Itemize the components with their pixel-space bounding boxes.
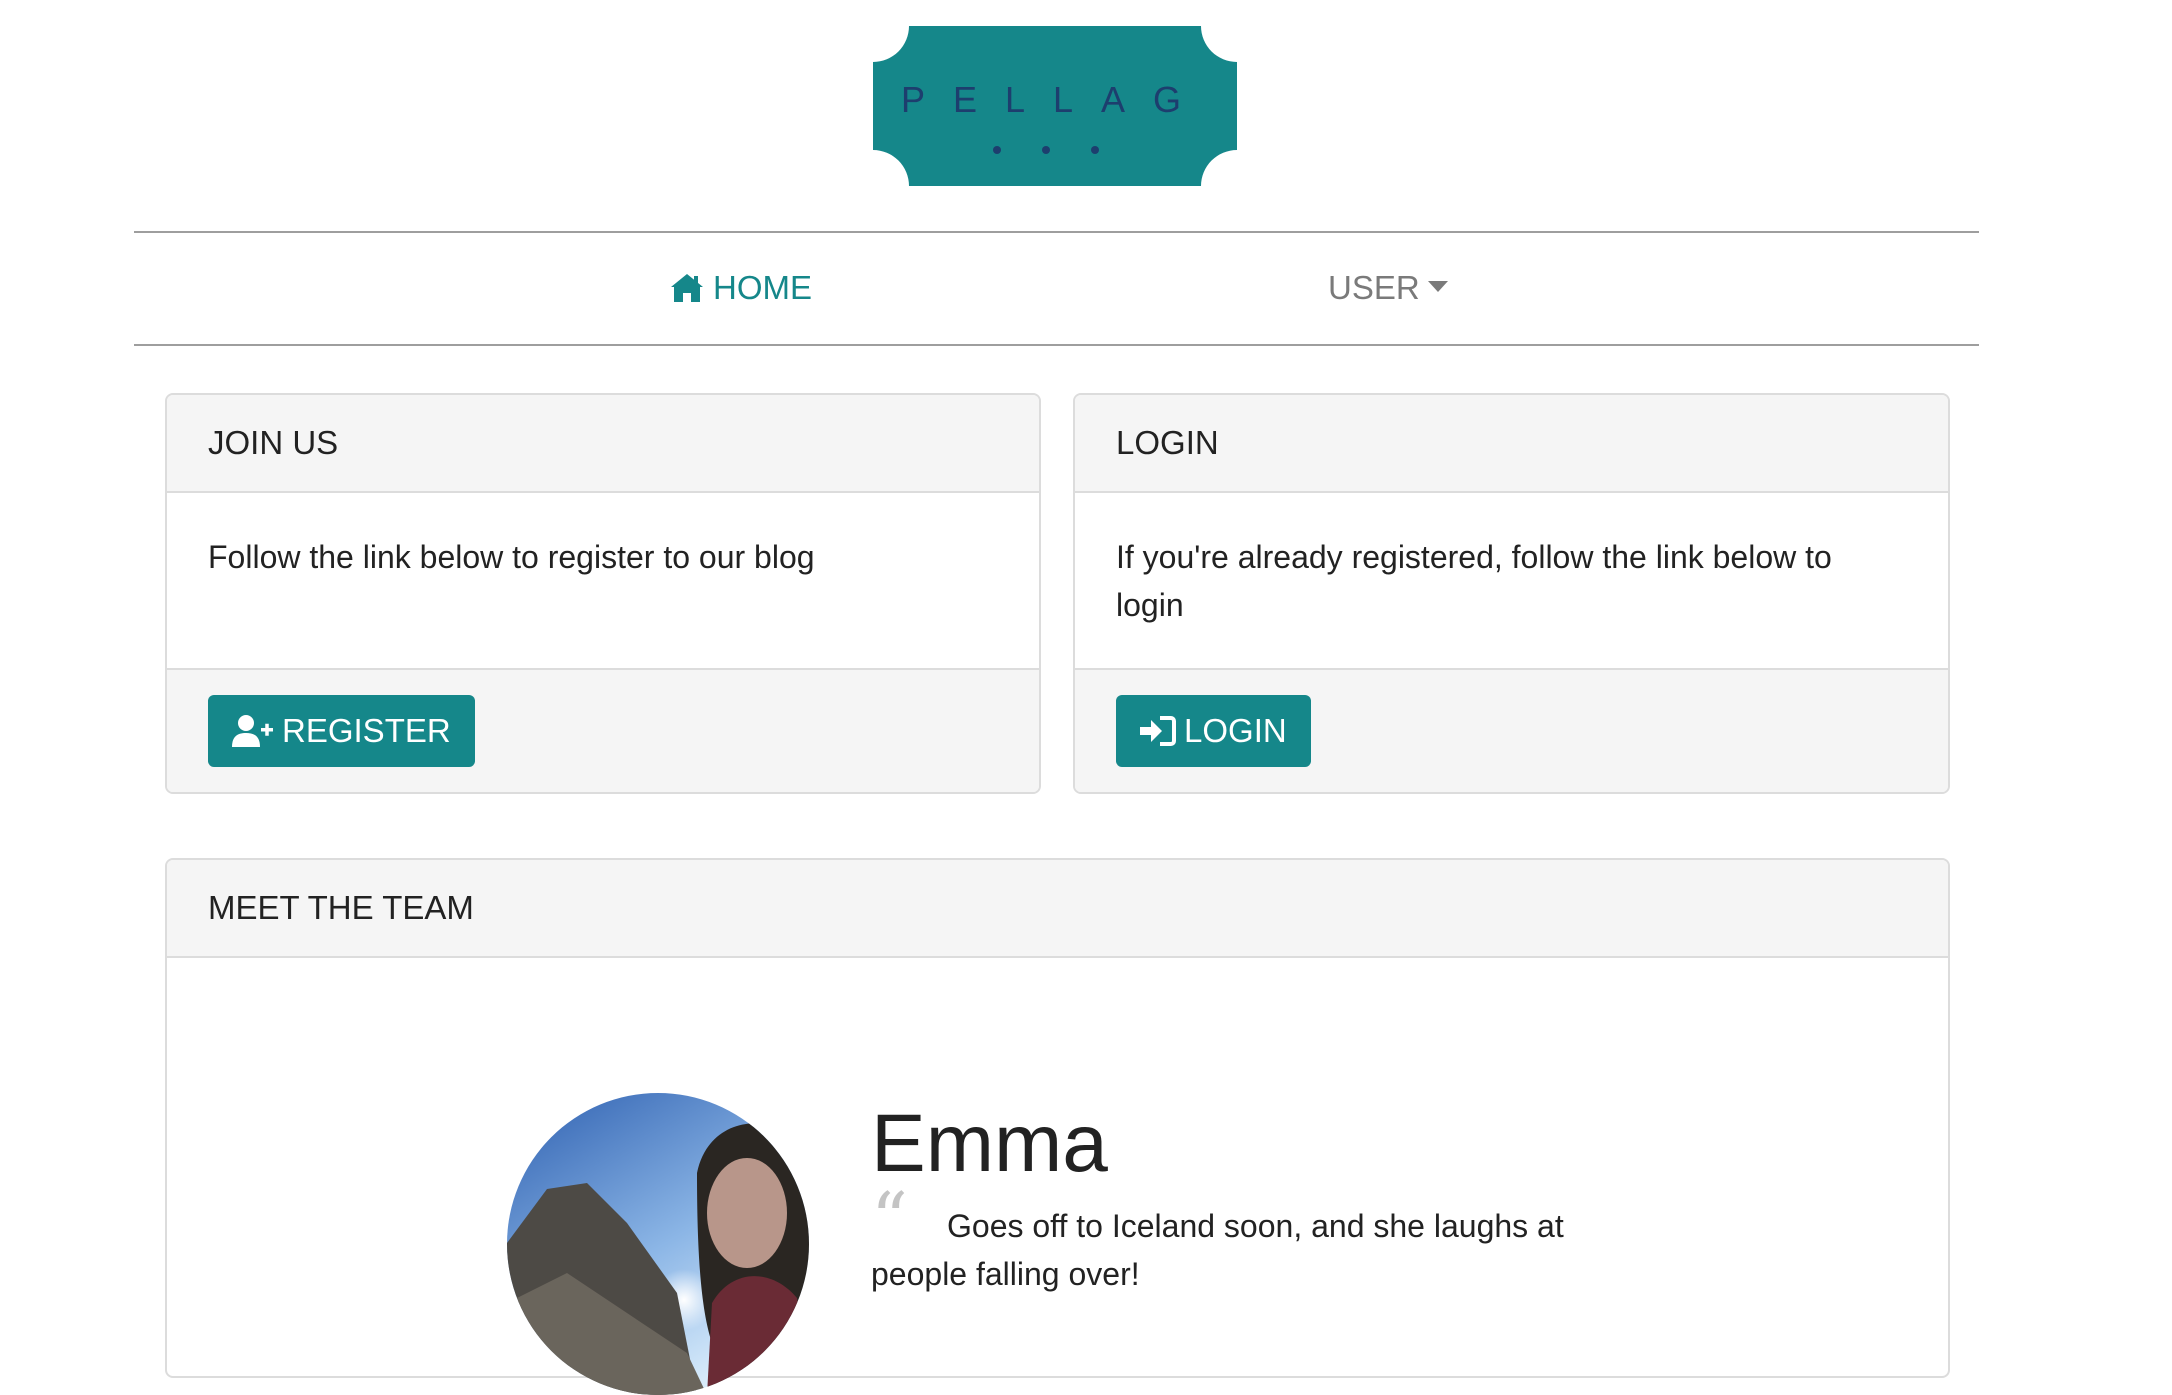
join-us-footer: REGISTER (167, 668, 1039, 792)
register-button-label: REGISTER (282, 712, 451, 749)
main-nav: HOME USER (134, 232, 1979, 344)
sign-in-icon (1140, 716, 1176, 746)
join-us-card: JOIN US Follow the link below to registe… (165, 393, 1041, 794)
nav-home-label: HOME (713, 269, 812, 306)
team-member-avatar (507, 1093, 809, 1395)
login-button[interactable]: LOGIN (1116, 695, 1311, 767)
nav-bottom-divider (134, 344, 1979, 346)
header: PELLAG (0, 0, 2172, 230)
home-icon (671, 274, 703, 302)
login-text: If you're already registered, follow the… (1116, 539, 1832, 623)
meet-the-team-title: MEET THE TEAM (167, 860, 1948, 958)
login-button-label: LOGIN (1184, 712, 1287, 749)
nav-user-dropdown[interactable]: USER (1328, 266, 1448, 310)
login-card: LOGIN If you're already registered, foll… (1073, 393, 1950, 794)
login-footer: LOGIN (1075, 668, 1948, 792)
chevron-down-icon (1427, 280, 1448, 292)
login-title: LOGIN (1075, 395, 1948, 493)
register-button[interactable]: REGISTER (208, 695, 475, 767)
join-us-text: Follow the link below to register to our… (208, 539, 815, 575)
logo-text: PELLAG (901, 79, 1209, 120)
nav-home-link[interactable]: HOME (669, 266, 812, 310)
site-logo[interactable]: PELLAG (873, 26, 1237, 186)
team-member-quote: Goes off to Iceland soon, and she laughs… (871, 1208, 1564, 1292)
user-plus-icon (232, 715, 273, 747)
join-us-title: JOIN US (167, 395, 1039, 493)
nav-user-label: USER (1328, 269, 1420, 306)
